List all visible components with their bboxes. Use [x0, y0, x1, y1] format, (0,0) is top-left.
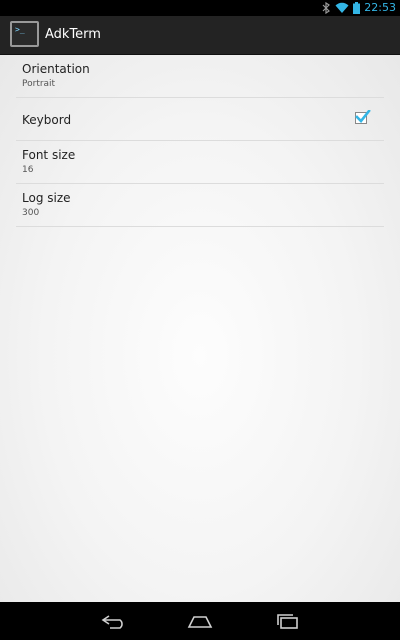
- preference-list: Orientation Portrait Keybord Font size 1…: [16, 55, 384, 227]
- battery-icon: [353, 0, 361, 18]
- app-title: AdkTerm: [45, 27, 101, 42]
- clock: 22:53: [364, 1, 396, 14]
- bluetooth-icon: [321, 0, 331, 18]
- pref-font-size[interactable]: Font size 16: [16, 141, 384, 184]
- terminal-icon[interactable]: >_: [10, 21, 39, 47]
- wifi-icon: [335, 0, 349, 18]
- pref-title: Log size: [22, 191, 71, 205]
- pref-title: Keybord: [22, 113, 72, 127]
- action-bar: >_ AdkTerm: [0, 16, 400, 55]
- pref-summary: 16: [22, 165, 34, 175]
- recent-apps-icon[interactable]: [272, 612, 302, 630]
- pref-orientation[interactable]: Orientation Portrait: [16, 55, 384, 98]
- navigation-bar: [0, 602, 400, 640]
- pref-summary: 300: [22, 208, 40, 218]
- back-icon[interactable]: [100, 612, 130, 630]
- pref-title: Orientation: [22, 62, 90, 76]
- pref-summary: Portrait: [22, 79, 56, 89]
- pref-keyboard[interactable]: Keybord: [16, 98, 384, 141]
- keyboard-checkbox[interactable]: [355, 110, 371, 124]
- pref-log-size[interactable]: Log size 300: [16, 184, 384, 227]
- status-bar: 22:53: [0, 0, 400, 16]
- status-icons: 22:53: [317, 0, 396, 16]
- pref-title: Font size: [22, 148, 76, 162]
- checkmark-icon: [355, 110, 371, 123]
- terminal-icon-glyph: >_: [15, 25, 25, 34]
- settings-content: Orientation Portrait Keybord Font size 1…: [0, 55, 400, 602]
- home-icon[interactable]: [185, 612, 215, 630]
